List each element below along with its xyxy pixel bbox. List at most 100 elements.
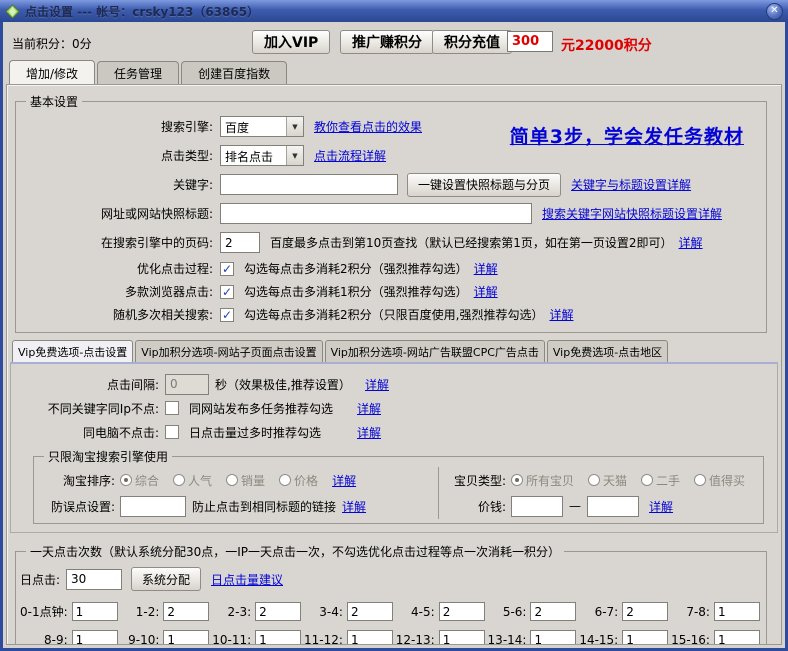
random-detail-link[interactable]: 详解 bbox=[549, 306, 573, 323]
join-vip-button[interactable]: 加入VIP bbox=[252, 30, 330, 54]
radio-icon[interactable] bbox=[588, 474, 600, 486]
hour-count-input[interactable] bbox=[347, 602, 393, 621]
vip-tab-subpage-click[interactable]: Vip加积分选项-网站子页面点击设置 bbox=[135, 340, 322, 362]
misclick-hint: 防止点击到相同标题的链接 bbox=[192, 498, 336, 515]
hour-count-input[interactable] bbox=[163, 602, 209, 621]
vip-tab-click-region[interactable]: Vip免费选项-点击地区 bbox=[547, 340, 668, 362]
view-effect-link[interactable]: 教你查看点击的效果 bbox=[314, 118, 422, 135]
keyword-input[interactable] bbox=[220, 174, 398, 195]
type-option-secondhand[interactable]: 二手 bbox=[641, 472, 680, 489]
hour-count-input[interactable] bbox=[714, 602, 760, 621]
window-title: 点击设置 --- 帐号：crsky123（63865） bbox=[25, 3, 259, 20]
radio-icon[interactable] bbox=[226, 474, 238, 486]
misclick-row: 防误点设置: 防止点击到相同标题的链接 详解 bbox=[38, 493, 438, 519]
url-input[interactable] bbox=[220, 203, 532, 224]
radio-icon[interactable] bbox=[173, 474, 185, 486]
hour-cell: 12-13: bbox=[395, 630, 485, 645]
hour-count-input[interactable] bbox=[163, 630, 209, 645]
taobao-group: 只限淘宝搜索引擎使用 淘宝排序: 综合 人气 销量 价格 详解 bbox=[33, 448, 764, 524]
hourly-clicks-grid: 0-1点钟: 1-2: 2-3: bbox=[20, 602, 760, 645]
system-assign-button[interactable]: 系统分配 bbox=[131, 567, 201, 591]
hour-cell: 7-8: bbox=[670, 602, 760, 621]
radio-icon[interactable] bbox=[279, 474, 291, 486]
hour-count-input[interactable] bbox=[347, 630, 393, 645]
page-number-hint: 百度最多点击到第10页查找（默认已经搜索第1页，如在第一页设置2即可） bbox=[270, 234, 673, 251]
radio-icon[interactable] bbox=[511, 474, 523, 486]
type-option-tmall[interactable]: 天猫 bbox=[588, 472, 627, 489]
price-from-input[interactable] bbox=[511, 496, 563, 517]
hour-count-input[interactable] bbox=[714, 630, 760, 645]
keyword-title-link[interactable]: 关键字与标题设置详解 bbox=[571, 176, 691, 193]
chevron-down-icon[interactable]: ▼ bbox=[286, 117, 303, 136]
daily-suggest-link[interactable]: 日点击量建议 bbox=[211, 571, 283, 588]
browsers-checkbox[interactable]: ✓ bbox=[220, 285, 234, 299]
main-tabstrip: 增加/修改 任务管理 创建百度指数 bbox=[3, 62, 785, 84]
url-snapshot-link[interactable]: 搜索关键字网站快照标题设置详解 bbox=[542, 205, 722, 222]
radio-icon[interactable] bbox=[641, 474, 653, 486]
hour-range-label: 7-8: bbox=[670, 605, 714, 619]
hour-count-input[interactable] bbox=[255, 602, 301, 621]
hour-count-input[interactable] bbox=[72, 630, 118, 645]
hour-count-input[interactable] bbox=[439, 630, 485, 645]
type-option-worthbuy[interactable]: 值得买 bbox=[694, 472, 745, 489]
sort-option-composite[interactable]: 综合 bbox=[120, 472, 159, 489]
same-pc-detail-link[interactable]: 详解 bbox=[357, 424, 381, 441]
same-ip-row: 不同关键字同Ip不点: 同网站发布多任务推荐勾选 详解 bbox=[15, 396, 773, 420]
search-engine-label: 搜索引擎: bbox=[20, 118, 220, 135]
optimize-checkbox[interactable]: ✓ bbox=[220, 262, 234, 276]
hour-count-input[interactable] bbox=[255, 630, 301, 645]
price-to-input[interactable] bbox=[587, 496, 639, 517]
tab-task-manage[interactable]: 任务管理 bbox=[97, 61, 179, 84]
hour-range-label: 9-10: bbox=[120, 633, 164, 646]
chevron-down-icon[interactable]: ▼ bbox=[286, 146, 303, 165]
hour-range-label: 10-11: bbox=[211, 633, 255, 646]
item-type-label: 宝贝类型: bbox=[449, 472, 511, 489]
daily-clicks-input[interactable] bbox=[66, 569, 122, 590]
promote-earn-button[interactable]: 推广赚积分 bbox=[340, 30, 434, 54]
radio-icon[interactable] bbox=[120, 474, 132, 486]
vip-tab-cpc-ads[interactable]: Vip加积分选项-网站广告联盟CPC广告点击 bbox=[325, 340, 545, 362]
url-label: 网址或网站快照标题: bbox=[20, 205, 220, 222]
tab-add-modify[interactable]: 增加/修改 bbox=[9, 60, 95, 84]
browsers-detail-link[interactable]: 详解 bbox=[474, 283, 498, 300]
page-number-input[interactable] bbox=[220, 232, 260, 253]
click-interval-input[interactable] bbox=[165, 374, 209, 395]
click-type-select[interactable]: 排名点击 ▼ bbox=[220, 145, 304, 166]
price-detail-link[interactable]: 详解 bbox=[649, 498, 673, 515]
tab-baidu-index[interactable]: 创建百度指数 bbox=[181, 61, 287, 84]
sort-detail-link[interactable]: 详解 bbox=[332, 472, 356, 489]
same-pc-checkbox[interactable] bbox=[165, 425, 179, 439]
hour-count-input[interactable] bbox=[439, 602, 485, 621]
recharge-amount-input[interactable] bbox=[507, 31, 553, 52]
vip-tabstrip: Vip免费选项-点击设置 Vip加积分选项-网站子页面点击设置 Vip加积分选项… bbox=[10, 340, 778, 364]
hour-count-input[interactable] bbox=[530, 602, 576, 621]
sort-option-price[interactable]: 价格 bbox=[279, 472, 318, 489]
recharge-button[interactable]: 积分充值 bbox=[432, 30, 512, 54]
misclick-detail-link[interactable]: 详解 bbox=[342, 498, 366, 515]
click-flow-link[interactable]: 点击流程详解 bbox=[314, 147, 386, 164]
hour-count-input[interactable] bbox=[622, 630, 668, 645]
page-detail-link[interactable]: 详解 bbox=[679, 234, 703, 251]
sort-option-sales[interactable]: 销量 bbox=[226, 472, 265, 489]
hour-count-input[interactable] bbox=[72, 602, 118, 621]
same-ip-detail-link[interactable]: 详解 bbox=[357, 400, 381, 417]
search-engine-select[interactable]: 百度 ▼ bbox=[220, 116, 304, 137]
radio-icon[interactable] bbox=[694, 474, 706, 486]
tutorial-link[interactable]: 简单3步，学会发任务教材 bbox=[510, 122, 744, 149]
keyword-label: 关键字: bbox=[20, 176, 220, 193]
random-search-checkbox[interactable]: ✓ bbox=[220, 308, 234, 322]
close-icon[interactable]: ✕ bbox=[766, 3, 783, 20]
sort-option-popularity[interactable]: 人气 bbox=[173, 472, 212, 489]
random-search-row: 随机多次相关搜索: ✓ 勾选每点击多消耗2积分（只限百度使用,强烈推荐勾选） 详… bbox=[20, 303, 762, 326]
snapshot-setup-button[interactable]: 一键设置快照标题与分页 bbox=[407, 173, 561, 197]
optimize-detail-link[interactable]: 详解 bbox=[474, 260, 498, 277]
misclick-input[interactable] bbox=[120, 496, 186, 517]
hour-count-input[interactable] bbox=[622, 602, 668, 621]
search-engine-value: 百度 bbox=[221, 117, 286, 136]
vip-tab-click-settings[interactable]: Vip免费选项-点击设置 bbox=[12, 340, 133, 362]
interval-detail-link[interactable]: 详解 bbox=[365, 376, 389, 393]
type-option-all[interactable]: 所有宝贝 bbox=[511, 472, 574, 489]
hour-count-input[interactable] bbox=[530, 630, 576, 645]
type-option-label: 天猫 bbox=[603, 472, 627, 489]
same-ip-checkbox[interactable] bbox=[165, 401, 179, 415]
